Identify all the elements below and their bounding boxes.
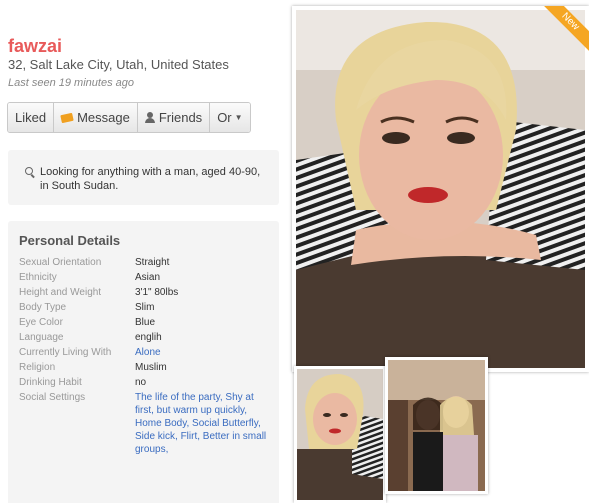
detail-value-link[interactable]: The life of the party, Shy at first, but… (135, 389, 268, 456)
looking-for-text: Looking for anything with a man, aged 40… (40, 166, 261, 192)
action-bar: Liked Message Friends Or ▼ (7, 102, 251, 133)
or-label: Or (217, 110, 232, 125)
photo-thumbnail[interactable] (294, 366, 386, 503)
detail-value: Asian (135, 272, 161, 283)
detail-label: Sexual Orientation (19, 257, 102, 268)
detail-row: Drinking Habit no (19, 374, 268, 389)
friends-button[interactable]: Friends (137, 103, 211, 132)
detail-label: Drinking Habit (19, 377, 82, 388)
photo-thumbnail[interactable] (385, 357, 488, 494)
chevron-down-icon: ▼ (234, 113, 243, 122)
detail-row: Height and Weight 3'1" 80lbs (19, 284, 268, 299)
last-seen: Last seen 19 minutes ago (8, 77, 134, 89)
search-icon (25, 167, 33, 175)
detail-row: Eye Color Blue (19, 314, 268, 329)
detail-label: Height and Weight (19, 287, 102, 298)
liked-label: Liked (15, 110, 47, 125)
detail-label: Currently Living With (19, 347, 112, 358)
detail-value: no (135, 377, 147, 388)
detail-row: Social Settings The life of the party, Sh… (19, 389, 268, 456)
profile-location: 32, Salt Lake City, Utah, United States (8, 57, 229, 72)
details-title: Personal Details (19, 233, 121, 248)
detail-row: Language englih (19, 329, 268, 344)
detail-row: Body Type Slim (19, 299, 268, 314)
main-profile-photo[interactable]: New (292, 6, 589, 372)
friends-label: Friends (158, 110, 203, 125)
detail-value: Muslim (135, 362, 167, 373)
friends-icon (144, 112, 155, 123)
liked-button[interactable]: Liked (8, 103, 55, 132)
detail-label: Eye Color (19, 317, 63, 328)
detail-value-link[interactable]: Alone (135, 344, 161, 359)
thumbnail-image (388, 360, 485, 491)
new-badge: New (539, 6, 589, 56)
looking-for-box: Looking for anything with a man, aged 40… (8, 150, 279, 205)
message-label: Message (77, 110, 130, 125)
detail-row: Religion Muslim (19, 359, 268, 374)
detail-value: Straight (135, 257, 170, 268)
detail-row: Currently Living With Alone (19, 344, 268, 359)
profile-photo-image (296, 10, 585, 368)
profile-name: fawzai (8, 36, 63, 56)
detail-label: Social Settings (19, 392, 86, 403)
message-button[interactable]: Message (54, 103, 138, 132)
detail-value: Slim (135, 302, 155, 313)
detail-label: Body Type (19, 302, 67, 313)
detail-label: Religion (19, 362, 56, 373)
detail-label: Ethnicity (19, 272, 57, 283)
detail-value: Blue (135, 317, 156, 328)
or-dropdown-button[interactable]: Or ▼ (210, 103, 250, 132)
detail-value: englih (135, 332, 162, 343)
message-icon (60, 112, 74, 123)
new-badge-label: New (540, 6, 589, 52)
detail-label: Language (19, 332, 64, 343)
personal-details-panel: Personal Details Sexual Orientation Strai… (8, 221, 279, 503)
detail-row: Sexual Orientation Straight (19, 254, 268, 269)
detail-row: Ethnicity Asian (19, 269, 268, 284)
detail-value: 3'1" 80lbs (135, 287, 179, 298)
thumbnail-image (297, 369, 383, 500)
